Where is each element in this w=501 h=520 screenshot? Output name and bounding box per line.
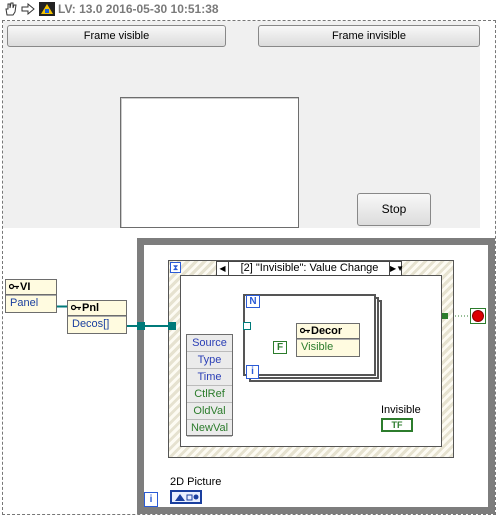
event-structure-tunnel <box>168 322 176 330</box>
invisible-boolean-terminal[interactable]: TF <box>381 418 413 432</box>
invisible-terminal-label: Invisible <box>381 404 421 416</box>
event-data-type: Type <box>187 352 232 369</box>
event-data-time: Time <box>187 369 232 386</box>
vi-property-node[interactable]: VI Panel <box>5 279 57 313</box>
event-case-label[interactable]: [2] "Invisible": Value Change <box>230 262 389 275</box>
event-data-ctlref: CtlRef <box>187 386 232 403</box>
decor-node-class: Decor <box>311 325 343 337</box>
pnl-node-class: Pnl <box>82 302 100 314</box>
event-case-selector[interactable]: ◀ [2] "Invisible": Value Change ▶▼ <box>216 261 404 276</box>
count-terminal: N <box>246 295 260 308</box>
decrement-arrow-icon[interactable]: ◀ <box>217 262 229 275</box>
reference-key-icon <box>71 304 81 311</box>
panel-property-node[interactable]: Pnl Decos[] <box>67 300 127 334</box>
stop-bool-tunnel <box>442 313 448 319</box>
vi-node-header: VI <box>6 280 56 295</box>
decor-node-property: Visible <box>297 339 359 354</box>
event-data-oldval: OldVal <box>187 403 232 420</box>
decor-node-header: Decor <box>297 324 359 339</box>
picture-terminal[interactable] <box>170 490 202 504</box>
decor-property-node[interactable]: Decor Visible <box>296 323 360 357</box>
for-iteration-terminal: i <box>246 365 259 379</box>
pnl-node-header: Pnl <box>68 301 126 316</box>
for-loop-autoindex-tunnel <box>243 322 251 330</box>
vi-node-class: VI <box>20 281 31 293</box>
stop-sign-icon <box>473 311 483 321</box>
timeout-terminal: ⧗ <box>170 262 181 273</box>
event-data-newval: NewVal <box>187 420 232 437</box>
event-data-source: Source <box>187 335 232 352</box>
event-data-node[interactable]: Source Type Time CtlRef OldVal NewVal <box>186 334 233 437</box>
reference-key-icon <box>9 283 19 290</box>
picture-terminal-label: 2D Picture <box>170 476 222 488</box>
dropdown-arrow-icon[interactable]: ▶▼ <box>389 262 404 275</box>
reference-key-icon <box>300 327 310 334</box>
vi-node-property: Panel <box>6 295 56 310</box>
pnl-node-property: Decos[] <box>68 316 126 331</box>
picture-icon <box>175 494 199 501</box>
false-constant[interactable]: F <box>273 341 287 354</box>
while-loop-tunnel <box>137 322 145 330</box>
